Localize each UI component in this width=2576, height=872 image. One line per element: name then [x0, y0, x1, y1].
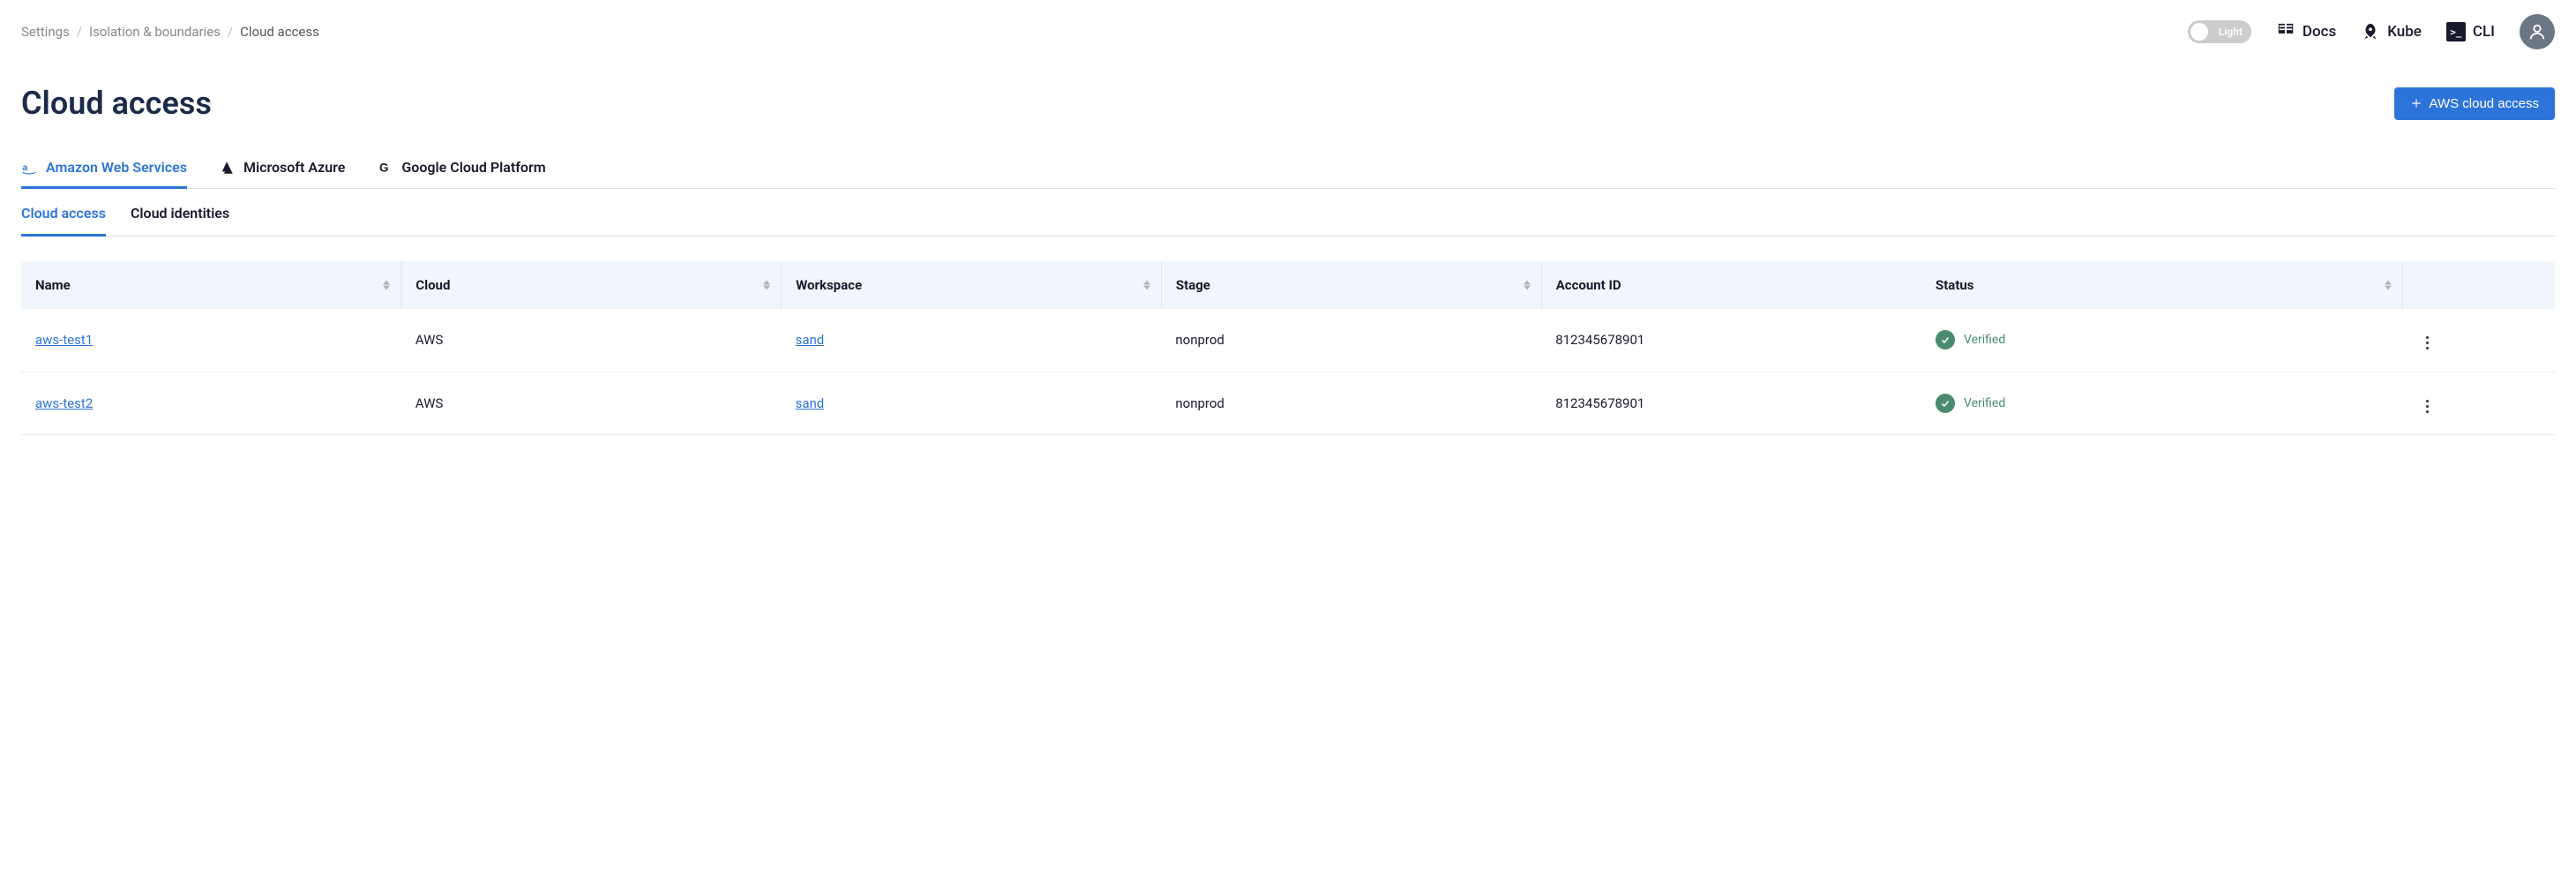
- cloud-access-name-link[interactable]: aws-test2: [35, 395, 93, 411]
- tab-label: Microsoft Azure: [243, 159, 345, 176]
- plus-icon: [2410, 97, 2422, 109]
- col-header-label: Cloud: [416, 277, 450, 293]
- tab-azure[interactable]: Microsoft Azure: [219, 150, 345, 189]
- tab-label: Amazon Web Services: [46, 159, 187, 176]
- table-row: aws-test1 AWS sand nonprod 812345678901 …: [21, 309, 2555, 372]
- terminal-icon: >_: [2446, 22, 2466, 41]
- col-header-account-id[interactable]: Account ID: [1541, 261, 1921, 309]
- cell-account-id: 812345678901: [1541, 309, 1921, 372]
- azure-icon: [219, 160, 235, 176]
- col-header-label: Stage: [1176, 277, 1210, 293]
- col-header-workspace[interactable]: Workspace: [782, 261, 1162, 309]
- breadcrumb-separator: /: [77, 24, 82, 40]
- sub-tabs: Cloud access Cloud identities: [21, 192, 2555, 237]
- status-text: Verified: [1964, 333, 2005, 347]
- provider-tabs: a Amazon Web Services Microsoft Azure G …: [21, 150, 2555, 189]
- col-header-label: Status: [1936, 277, 1974, 293]
- sort-icon: [2385, 281, 2392, 290]
- svg-text:G: G: [379, 161, 389, 174]
- col-header-label: Workspace: [796, 277, 862, 293]
- breadcrumb-separator: /: [228, 24, 233, 40]
- cloud-access-name-link[interactable]: aws-test1: [35, 332, 93, 348]
- sort-icon: [383, 281, 390, 290]
- breadcrumb-settings[interactable]: Settings: [21, 24, 70, 40]
- cli-link[interactable]: >_ CLI: [2446, 22, 2495, 41]
- svg-text:a: a: [23, 162, 28, 173]
- check-circle-icon: [1936, 394, 1955, 413]
- add-cloud-access-button[interactable]: AWS cloud access: [2394, 87, 2556, 120]
- cell-stage: nonprod: [1161, 309, 1541, 372]
- status-text: Verified: [1964, 396, 2005, 410]
- rocket-icon: [2361, 22, 2380, 41]
- col-header-cloud[interactable]: Cloud: [401, 261, 782, 309]
- col-header-stage[interactable]: Stage: [1161, 261, 1541, 309]
- check-circle-icon: [1936, 330, 1955, 350]
- breadcrumb-current: Cloud access: [240, 24, 319, 40]
- col-header-label: Name: [35, 277, 71, 293]
- tab-aws[interactable]: a Amazon Web Services: [21, 150, 187, 189]
- col-header-label: Account ID: [1556, 277, 1621, 293]
- cell-cloud: AWS: [401, 372, 782, 435]
- gcp-icon: G: [377, 160, 393, 176]
- status-cell: Verified: [1936, 330, 2005, 350]
- sort-icon: [763, 281, 770, 290]
- tab-label: Google Cloud Platform: [401, 159, 545, 176]
- kube-link[interactable]: Kube: [2361, 22, 2422, 41]
- docs-link[interactable]: Docs: [2276, 22, 2336, 41]
- book-icon: [2276, 22, 2295, 41]
- toggle-knob: [2190, 23, 2208, 41]
- user-icon: [2527, 22, 2547, 41]
- tab-gcp[interactable]: G Google Cloud Platform: [377, 150, 545, 189]
- status-cell: Verified: [1936, 394, 2005, 413]
- cloud-access-table: Name Cloud Workspace Stage Account ID: [21, 261, 2555, 435]
- sort-icon: [1524, 281, 1531, 290]
- sub-tab-cloud-identities[interactable]: Cloud identities: [131, 192, 229, 237]
- sort-icon: [1143, 281, 1150, 290]
- user-avatar[interactable]: [2520, 14, 2555, 49]
- aws-icon: a: [21, 160, 37, 176]
- primary-btn-label: AWS cloud access: [2430, 96, 2540, 111]
- col-header-status[interactable]: Status: [1921, 261, 2403, 309]
- sub-tab-cloud-access[interactable]: Cloud access: [21, 192, 106, 237]
- theme-toggle[interactable]: Light: [2188, 20, 2251, 43]
- cell-stage: nonprod: [1161, 372, 1541, 435]
- workspace-link[interactable]: sand: [796, 395, 825, 411]
- cli-label: CLI: [2473, 23, 2495, 41]
- kube-label: Kube: [2387, 23, 2422, 41]
- row-actions-menu[interactable]: [2417, 333, 2438, 354]
- col-header-name[interactable]: Name: [21, 261, 401, 309]
- workspace-link[interactable]: sand: [796, 332, 825, 348]
- toggle-label: Light: [2219, 26, 2243, 38]
- row-actions-menu[interactable]: [2417, 395, 2438, 417]
- table-row: aws-test2 AWS sand nonprod 812345678901 …: [21, 372, 2555, 435]
- cell-cloud: AWS: [401, 309, 782, 372]
- page-title: Cloud access: [21, 85, 212, 122]
- breadcrumb-isolation[interactable]: Isolation & boundaries: [89, 24, 221, 40]
- docs-label: Docs: [2303, 23, 2336, 41]
- col-header-actions: [2403, 261, 2555, 309]
- breadcrumb: Settings / Isolation & boundaries / Clou…: [21, 24, 319, 40]
- cell-account-id: 812345678901: [1541, 372, 1921, 435]
